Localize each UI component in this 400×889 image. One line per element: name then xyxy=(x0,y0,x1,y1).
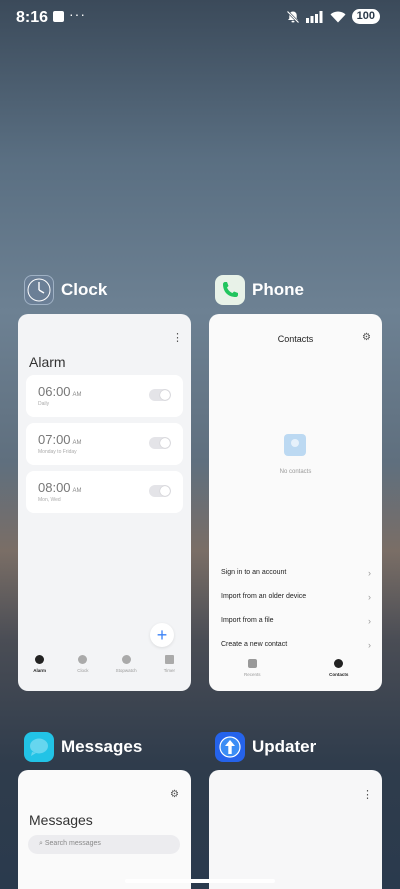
alarm-repeat-label: Daily xyxy=(38,401,50,407)
tab-label: Alarm xyxy=(33,668,46,673)
status-time: 8:16 xyxy=(16,9,49,26)
phone-app-header[interactable]: Phone xyxy=(215,275,304,305)
updater-app-header[interactable]: Updater xyxy=(215,732,316,762)
import-older-device-row[interactable]: Import from an older device › xyxy=(221,592,371,609)
phone-app-title: Phone xyxy=(252,280,304,299)
updater-app-icon xyxy=(215,732,245,762)
chevron-right-icon: › xyxy=(368,592,371,602)
menu-row-label: Create a new contact xyxy=(221,641,288,648)
tab-stopwatch[interactable]: Stopwatch xyxy=(106,655,146,685)
tab-label: Contacts xyxy=(329,672,349,677)
tab-label: Recents xyxy=(243,672,261,677)
status-bar: 8:16 ··· 100 xyxy=(0,0,400,34)
chevron-right-icon: › xyxy=(368,568,371,578)
empty-contacts-icon xyxy=(284,434,306,456)
search-messages-input[interactable]: ⌕ Search messages xyxy=(28,835,180,854)
contacts-screen-title: Contacts xyxy=(277,334,314,344)
tab-label: Stopwatch xyxy=(115,668,137,673)
alarm-toggle[interactable] xyxy=(149,389,171,401)
alarm-screen-title: Alarm xyxy=(29,354,66,370)
alarm-repeat-label: Monday to Friday xyxy=(38,449,77,455)
menu-row-label: Import from a file xyxy=(221,617,274,624)
menu-row-label: Import from an older device xyxy=(221,593,307,600)
clock-icon xyxy=(78,655,88,664)
tab-label: Timer xyxy=(163,668,176,673)
tab-recents[interactable]: Recents xyxy=(232,659,272,685)
chevron-right-icon: › xyxy=(368,640,371,650)
alarm-item[interactable]: 08:00 AM Mon, Wed xyxy=(26,471,183,513)
alarm-time: 08:00 xyxy=(38,480,71,495)
alarm-ampm: AM xyxy=(72,392,82,398)
more-notifications-icon: ··· xyxy=(69,6,86,22)
alarm-item[interactable]: 06:00 AM Daily xyxy=(26,375,183,417)
phone-icon xyxy=(247,659,257,668)
updater-app-card[interactable]: ⋮ xyxy=(209,770,382,889)
alarm-time: 07:00 xyxy=(38,432,71,447)
messages-app-header[interactable]: Messages xyxy=(24,732,142,762)
alarm-time: 06:00 xyxy=(38,384,71,399)
notification-square-icon xyxy=(53,11,64,22)
wifi-icon xyxy=(330,11,346,22)
alarm-toggle[interactable] xyxy=(149,437,171,449)
clock-app-icon xyxy=(24,275,54,305)
phone-app-icon xyxy=(215,275,245,305)
messages-app-card[interactable]: ⚙ Messages ⌕ Search messages xyxy=(18,770,191,889)
tab-alarm[interactable]: Alarm xyxy=(20,655,60,685)
sign-in-account-row[interactable]: Sign in to an account › xyxy=(221,568,371,585)
alarm-repeat-label: Mon, Wed xyxy=(38,497,61,503)
alarm-ampm: AM xyxy=(72,440,82,446)
messages-app-icon xyxy=(24,732,54,762)
settings-gear-icon[interactable]: ⚙ xyxy=(170,789,179,800)
tab-contacts[interactable]: Contacts xyxy=(319,659,359,685)
clock-app-card[interactable]: ⋮ Alarm 06:00 AM Daily 07:00 AM Monday to … xyxy=(18,314,191,691)
tab-clock[interactable]: Clock xyxy=(63,655,103,685)
signal-icon xyxy=(305,10,323,23)
add-alarm-button[interactable]: + xyxy=(150,623,174,647)
hourglass-icon xyxy=(164,655,174,664)
chevron-right-icon: › xyxy=(368,616,371,626)
stopwatch-icon xyxy=(121,655,131,664)
phone-app-card[interactable]: Contacts ⚙ No contacts Sign in to an acc… xyxy=(209,314,382,691)
clock-tab-bar: Alarm Clock Stopwatch Timer xyxy=(18,655,191,685)
phone-tab-bar: Recents Contacts xyxy=(209,659,382,685)
messages-screen-title: Messages xyxy=(29,812,93,828)
search-icon: ⌕ xyxy=(39,840,43,847)
more-options-icon[interactable]: ⋮ xyxy=(362,788,373,801)
menu-row-label: Sign in to an account xyxy=(221,569,287,576)
alarm-toggle[interactable] xyxy=(149,485,171,497)
bell-muted-icon xyxy=(286,10,299,23)
settings-gear-icon[interactable]: ⚙ xyxy=(362,332,371,343)
clock-app-header[interactable]: Clock xyxy=(24,275,107,305)
clock-app-title: Clock xyxy=(61,280,108,299)
no-contacts-label: No contacts xyxy=(279,469,312,475)
battery-indicator: 100 xyxy=(351,9,380,24)
home-indicator[interactable] xyxy=(125,879,275,883)
person-icon xyxy=(334,659,344,668)
alarm-item[interactable]: 07:00 AM Monday to Friday xyxy=(26,423,183,465)
messages-app-title: Messages xyxy=(61,737,143,756)
tab-label: Clock xyxy=(77,668,89,673)
updater-app-title: Updater xyxy=(252,737,317,756)
search-placeholder: Search messages xyxy=(44,840,101,847)
alarm-ampm: AM xyxy=(72,488,82,494)
alarm-icon xyxy=(35,655,45,664)
more-options-icon[interactable]: ⋮ xyxy=(172,331,183,344)
create-contact-row[interactable]: Create a new contact › xyxy=(221,640,371,657)
import-file-row[interactable]: Import from a file › xyxy=(221,616,371,633)
tab-timer[interactable]: Timer xyxy=(149,655,189,685)
